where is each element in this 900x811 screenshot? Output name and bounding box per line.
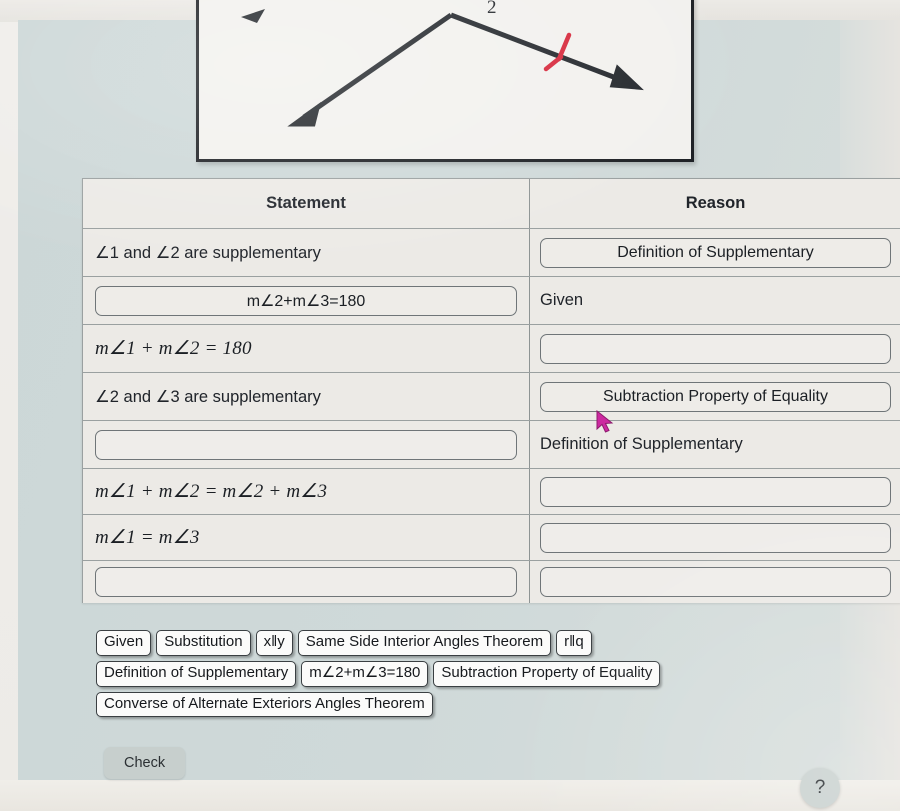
reason-dropzone-7[interactable] — [540, 522, 891, 553]
statement-cell-4: ∠2 and ∠3 are supplementary — [83, 373, 529, 420]
reason-cell-8 — [530, 561, 900, 603]
answer-pill-given[interactable]: Given — [96, 630, 152, 656]
reason-cell-4: Subtraction Property of Equality — [530, 373, 900, 420]
answer-pill-x-parallel-y[interactable]: x‖y — [255, 630, 293, 656]
statement-cell-8 — [83, 561, 529, 603]
ray-right — [450, 12, 644, 91]
header-label-statement: Statement — [266, 194, 346, 212]
figure-svg: 2 — [241, 0, 644, 127]
table-row: ∠2 and ∠3 are supplementary Subtraction … — [83, 373, 900, 421]
reason-cell-1: Definition of Supplementary — [530, 229, 900, 276]
answer-bank: Given Substitution x‖y Same Side Interio… — [96, 630, 836, 722]
answer-bank-row-2: Definition of Supplementary m∠2+m∠3=180 … — [96, 660, 836, 687]
answer-pill-subtraction-property-of-equality[interactable]: Subtraction Property of Equality — [433, 660, 661, 687]
two-column-proof-table: Statement Reason ∠1 and ∠2 are supplemen… — [82, 178, 900, 603]
reason-cell-5: Definition of Supplementary — [530, 421, 900, 468]
reason-dropzone-4[interactable]: Subtraction Property of Equality — [540, 381, 891, 412]
answer-bank-row-1: Given Substitution x‖y Same Side Interio… — [96, 630, 836, 656]
statement-cell-5 — [83, 421, 529, 468]
table-header-row: Statement Reason — [83, 179, 900, 229]
table-row: m∠1 + m∠2 = 180 — [83, 325, 900, 373]
reason-cell-6 — [530, 469, 900, 514]
answer-bank-row-3: Converse of Alternate Exteriors Angles T… — [96, 691, 836, 718]
statement-dropzone-5[interactable] — [95, 429, 517, 460]
help-button[interactable]: ? — [800, 768, 840, 808]
statement-dropzone-8[interactable] — [95, 567, 517, 597]
reason-dropzone-6[interactable] — [540, 476, 891, 507]
check-button[interactable]: Check — [104, 747, 186, 779]
statement-cell-6: m∠1 + m∠2 = m∠2 + m∠3 — [83, 469, 529, 514]
answer-pill-substitution[interactable]: Substitution — [156, 630, 251, 656]
statement-text-4: ∠2 and ∠3 are supplementary — [95, 387, 321, 406]
paper-bottom-edge — [0, 780, 900, 811]
statement-dropzone-2[interactable]: m∠2+m∠3=180 — [95, 285, 517, 316]
screenshot-root: 2 Statement Reason ∠1 and ∠2 are supplem… — [0, 0, 900, 811]
table-row: m∠1 + m∠2 = m∠2 + m∠3 — [83, 469, 900, 515]
statement-cell-1: ∠1 and ∠2 are supplementary — [83, 229, 529, 276]
answer-pill-definition-of-supplementary[interactable]: Definition of Supplementary — [96, 660, 297, 687]
table-row: m∠2+m∠3=180 Given — [83, 277, 900, 325]
table-row — [83, 561, 900, 603]
header-cell-statement: Statement — [83, 179, 529, 228]
angle-label-2: 2 — [487, 0, 497, 18]
statement-cell-3: m∠1 + m∠2 = 180 — [83, 325, 529, 372]
reason-dropzone-1[interactable]: Definition of Supplementary — [540, 237, 891, 268]
answer-pill-r-parallel-q[interactable]: r‖q — [556, 630, 592, 656]
header-cell-reason: Reason — [530, 179, 900, 228]
ray-left — [287, 12, 453, 127]
statement-text-1: ∠1 and ∠2 are supplementary — [95, 243, 321, 262]
reason-cell-3 — [530, 325, 900, 372]
statement-cell-7: m∠1 = m∠3 — [83, 515, 529, 560]
answer-pill-m2-plus-m3-equals-180[interactable]: m∠2+m∠3=180 — [301, 660, 429, 687]
table-row: ∠1 and ∠2 are supplementary Definition o… — [83, 229, 900, 277]
reason-cell-7 — [530, 515, 900, 560]
reason-text-2: Given — [540, 291, 584, 309]
answer-pill-converse-of-alternate-exteriors-angles-theorem[interactable]: Converse of Alternate Exteriors Angles T… — [96, 691, 433, 718]
arrow-stub-upper-left — [241, 9, 265, 23]
statement-cell-2: m∠2+m∠3=180 — [83, 277, 529, 324]
header-label-reason: Reason — [685, 194, 746, 212]
reason-dropzone-3[interactable] — [540, 333, 891, 364]
statement-math-3: m∠1 + m∠2 = 180 — [95, 338, 252, 359]
answer-pill-same-side-interior-angles-theorem[interactable]: Same Side Interior Angles Theorem — [297, 630, 552, 656]
statement-math-6: m∠1 + m∠2 = m∠2 + m∠3 — [95, 481, 328, 502]
table-row: Definition of Supplementary — [83, 421, 900, 469]
reason-dropzone-8[interactable] — [540, 567, 891, 597]
table-row: m∠1 = m∠3 — [83, 515, 900, 561]
reason-cell-2: Given — [530, 277, 900, 324]
geometry-figure: 2 — [196, 0, 694, 162]
reason-text-5: Definition of Supplementary — [540, 435, 743, 453]
statement-math-7: m∠1 = m∠3 — [95, 527, 200, 548]
